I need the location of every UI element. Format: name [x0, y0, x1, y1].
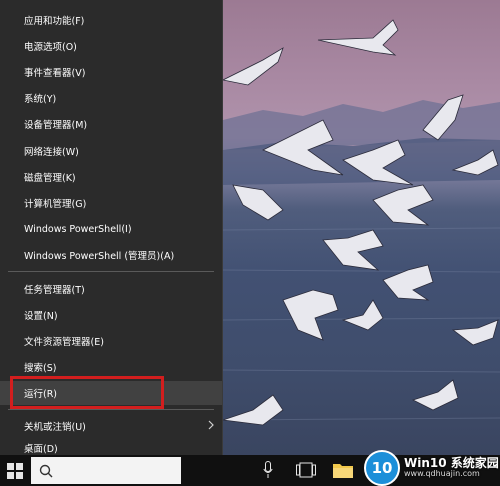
menu-item-powershell[interactable]: Windows PowerShell(I) — [0, 217, 222, 241]
menu-item-label: 设置(N) — [24, 311, 58, 322]
watermark-url: www.qdhuajin.com — [404, 468, 480, 478]
taskbar-search-box[interactable] — [31, 457, 181, 484]
menu-item-label: 应用和功能(F) — [24, 16, 85, 27]
menu-item-network-connections[interactable]: 网络连接(W) — [0, 139, 222, 163]
watermark-logo: 10 — [364, 449, 400, 486]
menu-separator — [8, 409, 214, 410]
desktop-wallpaper — [223, 0, 500, 455]
menu-item-device-manager[interactable]: 设备管理器(M) — [0, 112, 222, 136]
watermark-title: Win10 系统家园 — [404, 455, 499, 470]
chevron-right-icon — [208, 420, 214, 430]
menu-item-label: 关机或注销(U) — [24, 422, 86, 433]
menu-item-label: 计算机管理(G) — [24, 199, 87, 210]
menu-item-label: 任务管理器(T) — [24, 285, 85, 296]
windows-logo-icon — [7, 462, 23, 479]
menu-item-label: 电源选项(O) — [24, 42, 77, 53]
start-button[interactable] — [0, 455, 30, 486]
menu-item-label: 磁盘管理(K) — [24, 173, 76, 184]
menu-item-label: 网络连接(W) — [24, 147, 79, 158]
menu-item-event-viewer[interactable]: 事件查看器(V) — [0, 60, 222, 84]
task-view-icon[interactable] — [296, 462, 316, 478]
menu-item-label: 设备管理器(M) — [24, 120, 88, 131]
menu-item-label: 系统(Y) — [24, 94, 57, 105]
menu-item-shutdown-or-signout[interactable]: 关机或注销(U) — [0, 414, 222, 438]
menu-item-disk-management[interactable]: 磁盘管理(K) — [0, 165, 222, 189]
menu-item-label: 文件资源管理器(E) — [24, 337, 104, 348]
menu-item-label: 搜索(S) — [24, 363, 57, 374]
menu-item-apps-and-features[interactable]: 应用和功能(F) — [0, 8, 222, 32]
menu-item-label: Windows PowerShell(I) — [24, 223, 132, 235]
site-watermark: 10 Win10 系统家园 www.qdhuajin.com — [364, 449, 500, 486]
menu-item-file-explorer[interactable]: 文件资源管理器(E) — [0, 329, 222, 353]
menu-item-label: 桌面(D) — [24, 443, 58, 455]
search-icon — [39, 464, 53, 477]
menu-item-desktop[interactable]: 桌面(D) — [0, 440, 222, 455]
menu-item-computer-management[interactable]: 计算机管理(G) — [0, 191, 222, 215]
menu-item-powershell-admin[interactable]: Windows PowerShell (管理员)(A) — [0, 243, 222, 267]
menu-item-system[interactable]: 系统(Y) — [0, 86, 222, 110]
menu-separator — [8, 271, 214, 272]
menu-item-settings[interactable]: 设置(N) — [0, 303, 222, 327]
menu-item-label: Windows PowerShell (管理员)(A) — [24, 251, 175, 262]
microphone-icon[interactable] — [263, 461, 273, 479]
menu-item-task-manager[interactable]: 任务管理器(T) — [0, 277, 222, 301]
menu-item-label: 事件查看器(V) — [24, 68, 86, 79]
highlight-annotation-box — [10, 376, 164, 409]
menu-item-power-options[interactable]: 电源选项(O) — [0, 34, 222, 58]
seagulls-image — [223, 19, 500, 426]
file-explorer-icon[interactable] — [332, 461, 354, 479]
